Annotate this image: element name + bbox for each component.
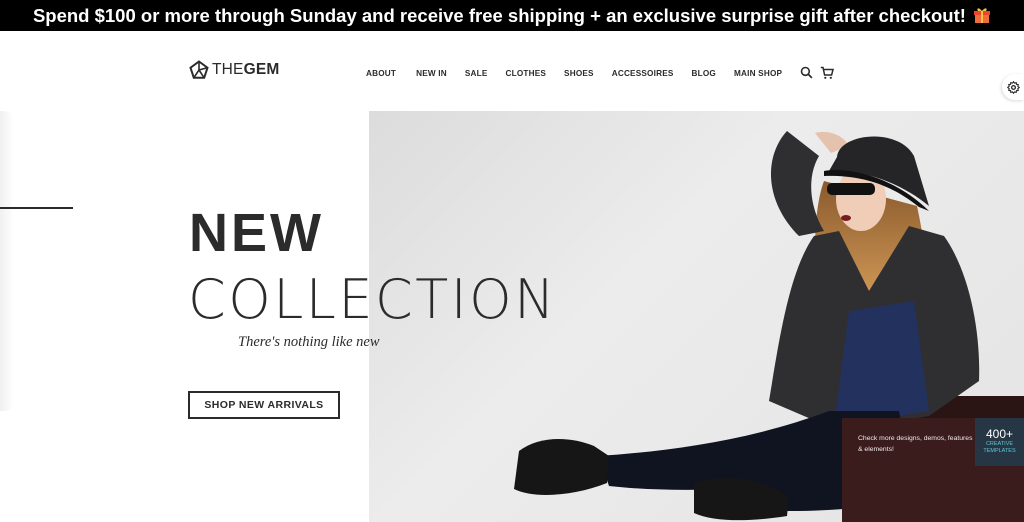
hero-title-line2: COLLECTION <box>188 268 558 331</box>
gift-icon <box>973 2 991 23</box>
cart-icon[interactable] <box>820 66 835 80</box>
nav-item-blog[interactable]: BLOG <box>692 69 716 78</box>
nav-item-new-in[interactable]: NEW IN <box>416 69 447 78</box>
promo-banner-text: Spend $100 or more through Sunday and re… <box>32 5 972 26</box>
badge-line2: TEMPLATES <box>983 448 1016 454</box>
nav-item-shoes[interactable]: SHOES <box>564 69 594 78</box>
nav-item-about[interactable]: ABOUT <box>366 69 396 78</box>
nav-item-main-shop[interactable]: MAIN SHOP <box>734 69 782 78</box>
nav-item-sale[interactable]: SALE <box>465 69 488 78</box>
pentagon-logo-icon <box>189 60 209 79</box>
templates-promo-card[interactable]: Check more designs, demos, features & el… <box>842 418 1024 522</box>
hero-section: NEW COLLECTION There's nothing like new … <box>0 111 1024 522</box>
search-icon[interactable] <box>800 66 814 80</box>
hero-tagline: There's nothing like new <box>238 334 380 350</box>
promo-card-text: Check more designs, demos, features & el… <box>858 435 973 453</box>
badge-number: 400+ <box>985 427 1014 441</box>
nav-item-clothes[interactable]: CLOTHES <box>506 69 547 78</box>
main-nav: ABOUT NEW IN SALE CLOTHES SHOES ACCESSOI… <box>366 66 840 80</box>
logo-prefix: THE <box>212 61 244 78</box>
logo-bold: GEM <box>243 61 280 78</box>
shop-new-arrivals-button[interactable]: SHOP NEW ARRIVALS <box>188 391 340 419</box>
site-logo[interactable]: THEGEM <box>189 59 280 81</box>
logo-wordmark: THEGEM <box>212 61 280 79</box>
badge-line1: CREATIVE <box>985 441 1014 447</box>
gear-icon <box>1006 80 1020 94</box>
hero-title-line1: NEW <box>189 203 324 263</box>
nav-item-accessoires[interactable]: ACCESSOIRES <box>612 69 674 78</box>
hero-side-shadow <box>0 111 14 411</box>
promo-banner: Spend $100 or more through Sunday and re… <box>0 0 1024 31</box>
settings-toggle[interactable] <box>1002 74 1024 100</box>
site-header: THEGEM ABOUT NEW IN SALE CLOTHES SHOES A… <box>0 31 1024 111</box>
templates-badge: 400+ CREATIVE TEMPLATES <box>975 418 1024 466</box>
decorative-line <box>0 207 73 209</box>
